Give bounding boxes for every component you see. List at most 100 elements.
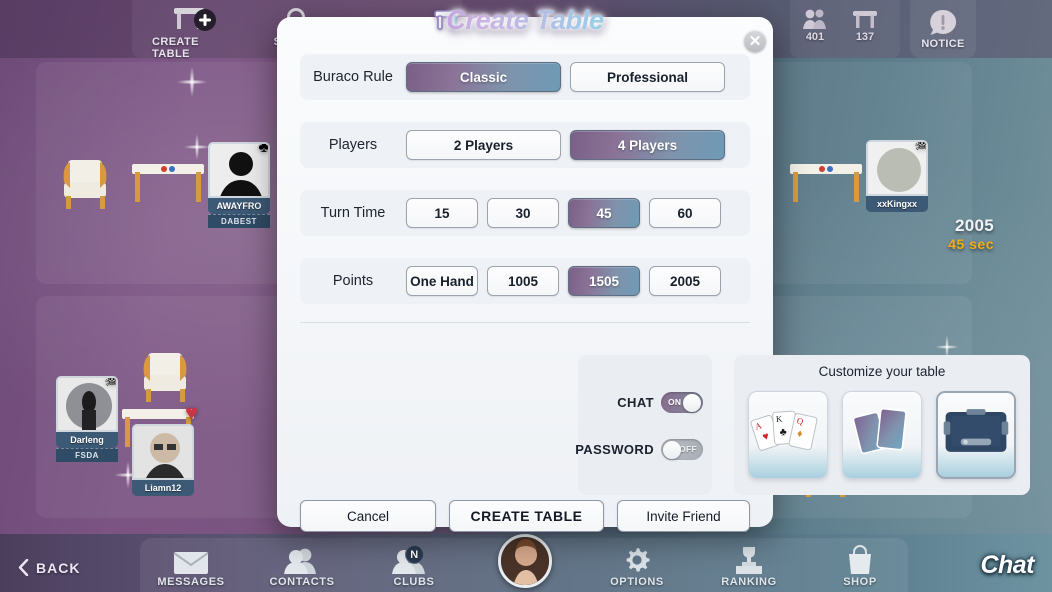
shopping-bag-icon bbox=[846, 545, 874, 575]
option-turn-15[interactable]: 15 bbox=[406, 198, 478, 228]
speech-bubble-icon bbox=[930, 9, 957, 35]
option-turn-60[interactable]: 60 bbox=[649, 198, 721, 228]
lobby-table bbox=[790, 164, 862, 202]
table-points: 2005 bbox=[954, 216, 994, 235]
lobby-player-card[interactable]: ☠ xxKingxx bbox=[866, 140, 928, 212]
svg-text:♣: ♣ bbox=[779, 426, 787, 438]
chat-switch-state: ON bbox=[668, 397, 682, 407]
player-name: AWAYFRO bbox=[208, 198, 270, 214]
nav-item-ranking[interactable]: RANKING bbox=[701, 545, 797, 588]
customize-table-panel: Customize your table A ♥ K ♣ Q ♦ bbox=[734, 355, 1030, 495]
chat-toggle[interactable]: CHAT ON bbox=[617, 392, 703, 413]
clubs-notification-badge: N bbox=[405, 545, 424, 564]
option-row-label: Points bbox=[332, 273, 374, 289]
skull-icon: ☠ bbox=[99, 378, 116, 391]
lobby-player-card[interactable]: ☠ Darleng FSDA bbox=[56, 376, 118, 462]
nav-label: SHOP bbox=[843, 576, 877, 588]
option-4-players[interactable]: 4 Players bbox=[570, 130, 725, 160]
table-plus-icon bbox=[172, 4, 218, 34]
chat-switch[interactable]: ON bbox=[661, 392, 703, 413]
nav-label: RANKING bbox=[721, 576, 777, 588]
option-points-1505[interactable]: 1505 bbox=[568, 266, 640, 296]
players-online-counter: 401 bbox=[800, 8, 830, 43]
avatar[interactable] bbox=[498, 534, 552, 588]
option-points-2005[interactable]: 2005 bbox=[649, 266, 721, 296]
card-backs-tile[interactable] bbox=[842, 391, 922, 479]
player-club: FSDA bbox=[56, 448, 118, 462]
tables-open-count: 137 bbox=[855, 31, 875, 43]
lobby-table-info: 2005 45 sec bbox=[900, 216, 994, 252]
player-name: xxKingxx bbox=[866, 196, 928, 212]
nav-item-contacts[interactable]: CONTACTS bbox=[254, 545, 350, 588]
password-switch[interactable]: OFF bbox=[661, 439, 703, 460]
players-online-count: 401 bbox=[805, 31, 825, 43]
notice-label: NOTICE bbox=[921, 37, 965, 50]
heart-suit-icon: ♥ bbox=[185, 400, 199, 425]
playing-cards-icon: A ♥ K ♣ Q ♦ bbox=[750, 410, 818, 451]
chat-toggle-label: CHAT bbox=[617, 395, 654, 410]
nav-label: OPTIONS bbox=[610, 576, 664, 588]
option-row-label: Turn Time bbox=[320, 205, 386, 221]
back-button[interactable]: BACK bbox=[18, 559, 80, 576]
skull-icon: ☠ bbox=[909, 142, 926, 155]
table-icon bbox=[853, 11, 877, 28]
nav-label: MESSAGES bbox=[157, 576, 225, 588]
option-turn-45[interactable]: 45 bbox=[568, 198, 640, 228]
people-icon bbox=[281, 545, 323, 575]
switch-knob bbox=[683, 393, 701, 412]
notice-button[interactable]: NOTICE bbox=[910, 0, 976, 58]
player-name: Liamn12 bbox=[132, 480, 194, 496]
nav-label: CLUBS bbox=[393, 576, 435, 588]
card-backs-icon bbox=[852, 407, 907, 455]
password-switch-state: OFF bbox=[679, 444, 697, 454]
bottom-nav-bar: BACK MESSAGES CONTACTS N CLUBS OPTIONS R… bbox=[0, 534, 1052, 592]
option-row-players: Players 2 Players 4 Players bbox=[300, 122, 750, 168]
create-table-button[interactable]: CREATE TABLE bbox=[152, 4, 238, 60]
nav-item-options[interactable]: OPTIONS bbox=[589, 545, 685, 588]
tables-open-counter: 137 bbox=[850, 8, 880, 43]
chat-button[interactable]: Chat bbox=[980, 551, 1034, 580]
avatar: ☠ bbox=[56, 376, 118, 432]
password-toggle[interactable]: PASSWORD OFF bbox=[575, 439, 703, 460]
password-toggle-label: PASSWORD bbox=[575, 442, 654, 457]
close-icon[interactable]: ✕ bbox=[744, 30, 766, 52]
club-suit-icon: ♣2 bbox=[258, 142, 270, 156]
lobby-player-card[interactable]: ♣2 AWAYFRO DABEST bbox=[208, 142, 270, 228]
option-turn-30[interactable]: 30 bbox=[487, 198, 559, 228]
lobby-chair bbox=[143, 353, 187, 402]
player-name: Darleng bbox=[56, 432, 118, 448]
table-icon bbox=[434, 10, 460, 30]
chat-password-panel: CHAT ON PASSWORD OFF bbox=[575, 355, 712, 495]
option-row-buraco-rule: Buraco Rule Classic Professional bbox=[300, 54, 750, 100]
nav-item-clubs[interactable]: N CLUBS bbox=[366, 545, 462, 588]
customize-title: Customize your table bbox=[818, 364, 946, 379]
nav-item-shop[interactable]: SHOP bbox=[812, 545, 908, 588]
table-board-tile[interactable] bbox=[936, 391, 1016, 479]
nav-label: CONTACTS bbox=[269, 576, 335, 588]
chevron-left-icon bbox=[18, 559, 29, 576]
lobby-player-card[interactable]: Liamn12 bbox=[132, 424, 194, 496]
invite-friend-button[interactable]: Invite Friend bbox=[617, 500, 750, 532]
cancel-button[interactable]: Cancel bbox=[300, 500, 436, 532]
lobby-chair bbox=[63, 160, 107, 209]
option-professional[interactable]: Professional bbox=[570, 62, 725, 92]
chat-label: Chat bbox=[980, 551, 1034, 579]
card-faces-tile[interactable]: A ♥ K ♣ Q ♦ bbox=[748, 391, 828, 479]
lobby-table bbox=[132, 164, 204, 202]
option-classic[interactable]: Classic bbox=[406, 62, 561, 92]
people-icon: N bbox=[390, 545, 438, 575]
switch-knob bbox=[663, 440, 681, 459]
nav-item-messages[interactable]: MESSAGES bbox=[143, 545, 239, 588]
player-club: DABEST bbox=[208, 214, 270, 228]
option-points-1005[interactable]: 1005 bbox=[487, 266, 559, 296]
table-turn-time: 45 sec bbox=[948, 236, 994, 252]
option-row-turn-time: Turn Time 15 30 45 60 bbox=[300, 190, 750, 236]
create-table-button[interactable]: CREATE TABLE bbox=[449, 500, 604, 532]
divider bbox=[300, 322, 750, 323]
avatar bbox=[132, 424, 194, 480]
option-2-players[interactable]: 2 Players bbox=[406, 130, 561, 160]
option-points-one-hand[interactable]: One Hand bbox=[406, 266, 478, 296]
people-icon bbox=[803, 9, 826, 29]
podium-icon bbox=[731, 545, 767, 575]
create-table-label: CREATE TABLE bbox=[152, 36, 199, 60]
